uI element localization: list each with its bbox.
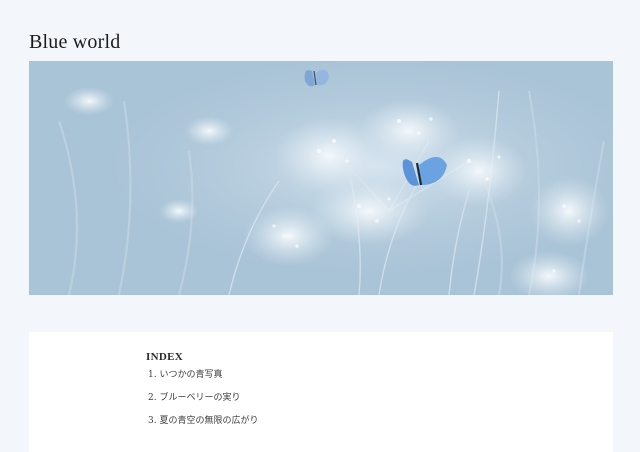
index-card: INDEX 1. いつかの青写真 2. ブルーベリーの実り 3. 夏の青空の無限…: [29, 332, 613, 452]
site-title: Blue world: [29, 31, 121, 53]
index-heading: INDEX: [146, 351, 183, 363]
index-list: 1. いつかの青写真 2. ブルーベリーの実り 3. 夏の青空の無限の広がり: [148, 370, 258, 439]
index-item-2[interactable]: 2. ブルーベリーの実り: [148, 393, 258, 416]
index-item-3[interactable]: 3. 夏の青空の無限の広がり: [148, 416, 258, 439]
index-item-1[interactable]: 1. いつかの青写真: [148, 370, 258, 393]
hero-image: [29, 61, 613, 295]
